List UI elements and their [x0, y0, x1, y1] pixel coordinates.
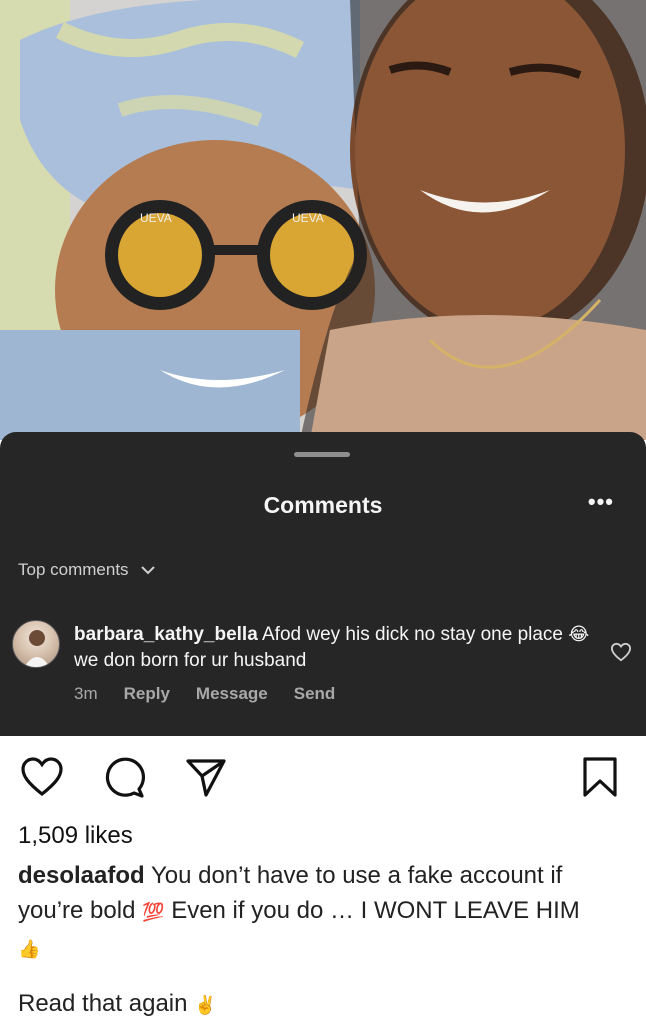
laughing-emoji: 😂	[568, 624, 590, 645]
post-action-bar	[20, 756, 626, 800]
bookmark-icon[interactable]	[580, 756, 620, 798]
thumbs-up-emoji: 👍	[18, 939, 41, 960]
comments-title: Comments	[263, 492, 383, 518]
reply-button[interactable]: Reply	[124, 684, 170, 704]
caption-line-2-text: Read that again	[18, 990, 188, 1017]
comment-icon[interactable]	[102, 756, 146, 798]
likes-count[interactable]: 1,509 likes	[18, 822, 133, 850]
caption-text-2: Even if you do … I WONT LEAVE HIM	[171, 897, 580, 924]
comment-text-part1: Afod wey his dick no stay one place	[262, 624, 564, 645]
comment-time: 3m	[74, 684, 98, 703]
victory-hand-emoji: ✌️	[194, 995, 217, 1016]
comment-text-part2: we don born for ur husband	[74, 650, 307, 671]
comment-meta: 3m Reply Message Send	[74, 684, 335, 704]
hundred-emoji: 💯	[142, 902, 165, 923]
comment-username[interactable]: barbara_kathy_bella	[74, 624, 258, 645]
post-caption: desolaafod You don’t have to use a fake …	[18, 858, 628, 967]
photo-image: UEVA UEVA	[0, 0, 646, 440]
glasses-text-left: UEVA	[140, 211, 172, 225]
top-comments-sort[interactable]: Top comments	[18, 560, 155, 580]
comments-sheet: Comments ••• Top comments barbara_kathy_…	[0, 432, 646, 736]
send-button[interactable]: Send	[294, 684, 336, 704]
chevron-down-icon	[140, 566, 155, 575]
message-button[interactable]: Message	[196, 684, 268, 704]
caption-username[interactable]: desolaafod	[18, 862, 145, 889]
drag-handle[interactable]	[294, 452, 350, 457]
post-footer: 1,509 likes desolaafod You don’t have to…	[0, 736, 646, 1025]
share-icon[interactable]	[184, 756, 228, 798]
more-horizontal-icon[interactable]: •••	[588, 491, 614, 513]
comment-text: barbara_kathy_bella Afod wey his dick no…	[74, 622, 594, 674]
heart-icon[interactable]	[20, 756, 64, 798]
post-photo: UEVA UEVA	[0, 0, 646, 440]
avatar[interactable]	[12, 620, 60, 668]
like-comment-heart-icon[interactable]	[610, 642, 632, 662]
glasses-text-right: UEVA	[292, 211, 324, 225]
sort-label: Top comments	[18, 560, 129, 579]
caption-line-2: Read that again ✌️	[18, 990, 217, 1018]
